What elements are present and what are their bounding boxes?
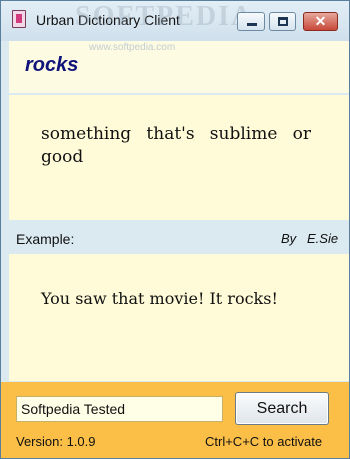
- close-icon: ✕: [314, 13, 327, 29]
- shortcut-hint: Ctrl+C+C to activate: [205, 434, 323, 449]
- example-header: Example: By E.Sie: [1, 223, 349, 253]
- minimize-icon: [247, 23, 257, 26]
- search-input[interactable]: [16, 396, 223, 422]
- maximize-icon: [278, 17, 288, 26]
- minimize-button[interactable]: [237, 12, 265, 31]
- close-button[interactable]: ✕: [303, 12, 338, 31]
- definition-text: something that's sublime or good: [41, 124, 311, 167]
- app-icon: [12, 10, 26, 28]
- title-bar[interactable]: Urban Dictionary Client SOFTPEDIA ✕: [1, 1, 349, 41]
- definition-panel: something that's sublime or good: [9, 95, 349, 220]
- app-window: Urban Dictionary Client SOFTPEDIA ✕ rock…: [0, 0, 350, 459]
- author-name: E.Sie: [307, 231, 339, 246]
- word-header: rocks: [9, 41, 349, 93]
- watermark-logo: SOFTPEDIA: [75, 1, 254, 32]
- version-label: Version: 1.0.9: [16, 434, 96, 449]
- example-text: You saw that movie! It rocks!: [41, 289, 278, 308]
- author-prefix: By: [281, 231, 297, 246]
- search-button[interactable]: Search: [235, 392, 329, 425]
- watermark-url: www.softpedia.com: [89, 42, 176, 53]
- example-label: Example:: [16, 231, 75, 247]
- example-panel: You saw that movie! It rocks!: [9, 254, 349, 381]
- word-title: rocks: [25, 54, 79, 76]
- maximize-button[interactable]: [269, 12, 296, 31]
- search-bar: Search Version: 1.0.9 Ctrl+C+C to activa…: [1, 382, 349, 458]
